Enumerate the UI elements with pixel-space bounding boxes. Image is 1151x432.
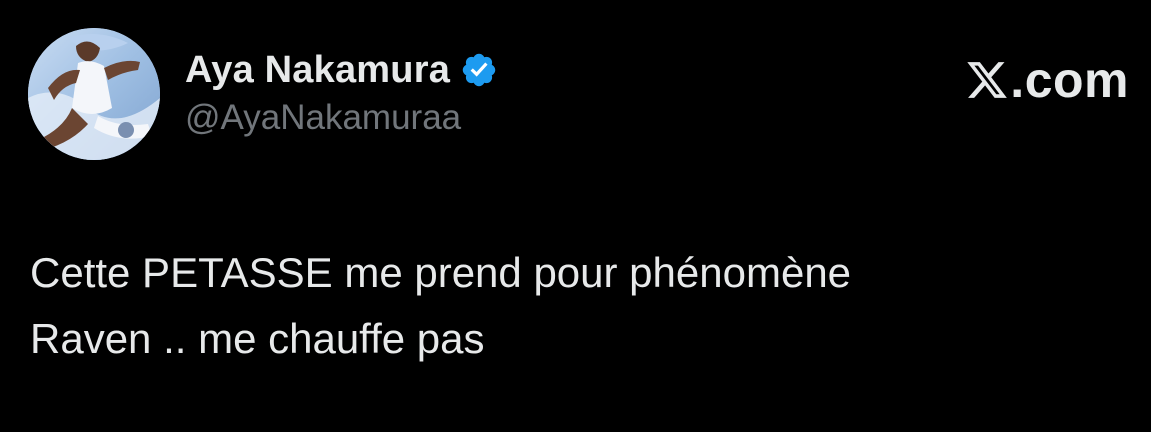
display-name[interactable]: Aya Nakamura [185, 49, 450, 92]
avatar[interactable] [28, 28, 160, 160]
tweet-text: Cette PETASSE me prend pour phénomène Ra… [30, 240, 1110, 372]
brand-text: .com [1010, 52, 1129, 108]
author-block: Aya Nakamura @AyaNakamuraa [185, 48, 498, 138]
x-logo-icon [965, 58, 1009, 102]
tweet-card: Aya Nakamura @AyaNakamuraa .com Cette PE… [0, 0, 1151, 432]
brand-mark: .com [965, 52, 1129, 108]
profile-photo-icon [28, 28, 160, 160]
handle[interactable]: @AyaNakamuraa [185, 98, 498, 138]
tweet-text-line: Raven .. me chauffe pas [30, 315, 485, 362]
name-row: Aya Nakamura [185, 48, 498, 92]
verified-badge-icon [460, 51, 498, 89]
tweet-text-line: Cette PETASSE me prend pour phénomène [30, 249, 852, 296]
